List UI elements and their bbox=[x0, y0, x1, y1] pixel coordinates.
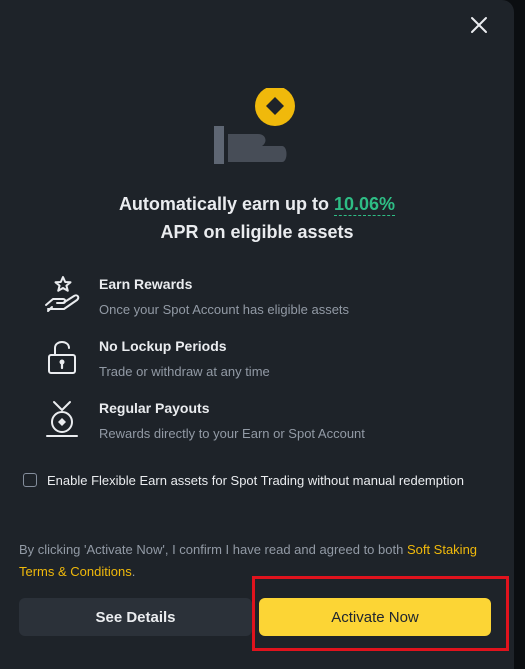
title-prefix: Automatically earn up to bbox=[118, 194, 329, 214]
title-suffix: APR on eligible assets bbox=[160, 222, 354, 242]
terms-text: By clicking 'Activate Now', I confirm I … bbox=[19, 542, 407, 557]
feature-regular-payouts: Regular Payouts Rewards directly to your… bbox=[44, 399, 484, 449]
feature-earn-rewards: Earn Rewards Once your Spot Account has … bbox=[44, 275, 484, 325]
flexible-earn-label[interactable]: Enable Flexible Earn assets for Spot Tra… bbox=[47, 472, 464, 490]
feature-subtitle: Once your Spot Account has eligible asse… bbox=[99, 302, 350, 317]
feature-subtitle: Rewards directly to your Earn or Spot Ac… bbox=[99, 426, 365, 441]
terms-end: . bbox=[131, 564, 136, 579]
feature-subtitle: Trade or withdraw at any time bbox=[99, 364, 270, 379]
payout-coin-icon bbox=[46, 401, 78, 437]
see-details-button[interactable]: See Details bbox=[19, 598, 252, 636]
close-icon bbox=[471, 17, 487, 33]
feature-title: Regular Payouts bbox=[99, 400, 210, 416]
earn-illustration-icon bbox=[214, 88, 295, 164]
activate-earn-dialog: Automatically earn up to 10.06% APR on e… bbox=[0, 0, 514, 669]
close-button[interactable] bbox=[466, 12, 492, 38]
feature-title: Earn Rewards bbox=[99, 276, 193, 292]
feature-no-lockup: No Lockup Periods Trade or withdraw at a… bbox=[44, 337, 484, 387]
dialog-title: Automatically earn up to 10.06% APR on e… bbox=[0, 190, 514, 246]
apr-value: 10.06% bbox=[334, 194, 396, 216]
highlight-box bbox=[252, 576, 509, 651]
hand-star-icon bbox=[45, 276, 80, 312]
unlocked-padlock-icon bbox=[48, 341, 76, 374]
flexible-earn-checkbox[interactable] bbox=[23, 473, 37, 487]
feature-title: No Lockup Periods bbox=[99, 338, 227, 354]
